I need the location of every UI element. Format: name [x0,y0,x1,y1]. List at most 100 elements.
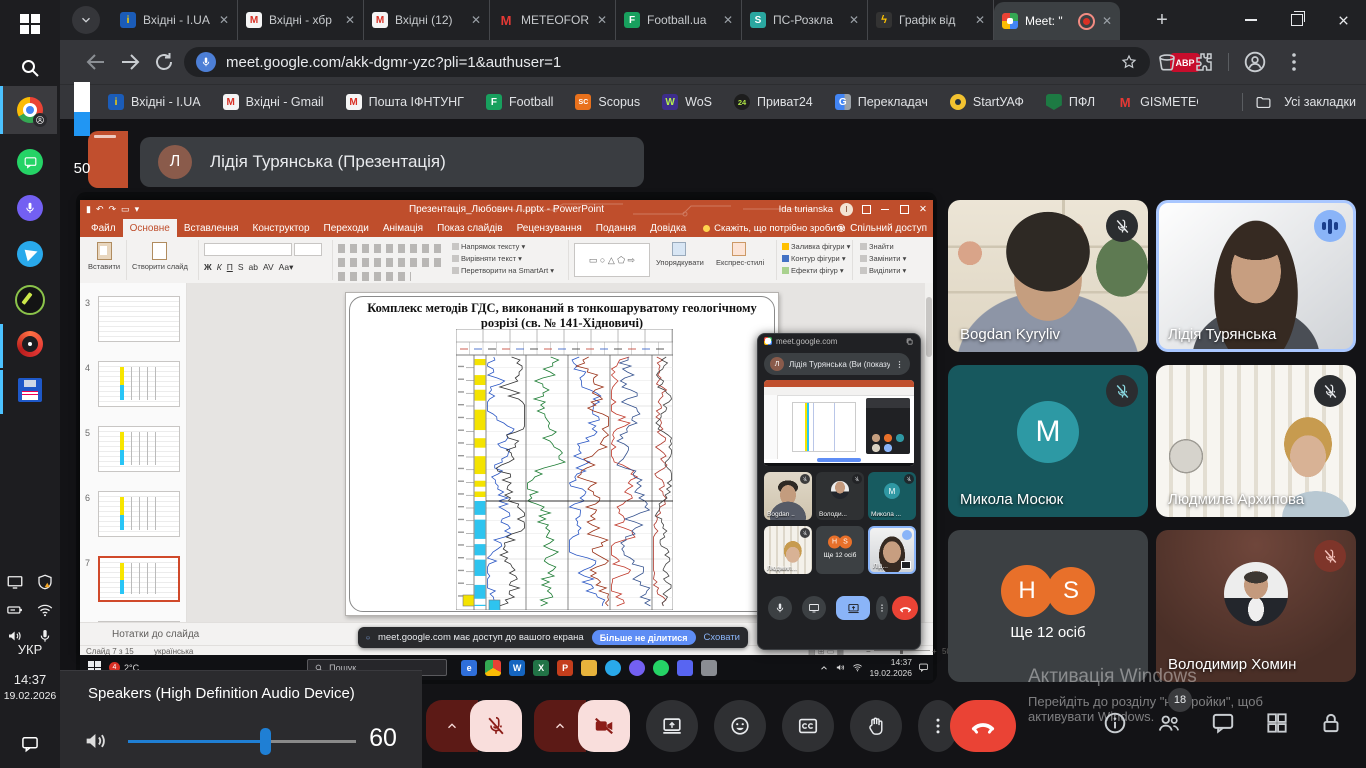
extensions-icon[interactable] [1192,50,1216,74]
start-button[interactable] [0,2,60,46]
taskbar-app-icon[interactable]: X [533,660,549,676]
bookmark-item[interactable]: FFootball [486,94,553,110]
share-button[interactable]: Спільний доступ [836,223,927,234]
tab-search-button[interactable] [72,6,100,34]
tab-close-icon[interactable]: ✕ [597,14,607,26]
font-name-combo[interactable] [204,243,292,256]
paragraph-group[interactable] [338,244,442,281]
taskbar-app-icon[interactable] [677,660,693,676]
tray-chevron-icon[interactable] [819,663,829,673]
nested-end-call-button[interactable] [892,596,918,620]
host-controls-button[interactable] [1318,710,1344,736]
tab-close-icon[interactable]: ✕ [849,14,859,26]
volume-slider-thumb[interactable] [260,728,271,755]
url-text[interactable]: meet.google.com/akk-dgmr-yzc?pli=1&authu… [226,54,1110,71]
bookmark-item[interactable]: SCScopus [575,94,640,110]
shape-styles-group[interactable]: Заливка фігури ▾ Контур фігури ▾ Ефекти … [782,242,850,275]
bookmark-item[interactable]: MВхідні - Gmail [223,94,324,110]
arrange-button[interactable]: Упорядкувати [656,242,704,267]
browser-tab[interactable]: MMETEOFOR✕ [490,0,616,40]
window-close-button[interactable] [1320,0,1366,40]
ribbon-tab-home[interactable]: Основне [123,219,177,237]
shapes-gallery[interactable]: ▭ ○ △ ⬠ ⇨ [574,243,650,277]
browser-tab[interactable]: ϟГрафік від✕ [868,0,994,40]
new-slide-button[interactable]: Створити слайд [132,242,188,271]
bookmark-item[interactable]: MGISMETEO [1117,94,1198,110]
participant-tile[interactable]: M Микола Мосюк [948,365,1148,517]
tab-close-icon[interactable]: ✕ [219,14,229,26]
taskbar-search-button[interactable] [0,46,60,90]
taskbar-app-icon[interactable]: W [509,660,525,676]
taskbar-app-icon[interactable] [605,660,621,676]
speaker-icon[interactable] [82,727,110,755]
bookmark-item[interactable]: GПерекладач [835,94,928,110]
taskbar-app-icon[interactable] [701,660,717,676]
all-bookmarks-button[interactable]: Усі закладки [1284,95,1356,109]
camera-off-button[interactable] [578,700,630,752]
taskbar-drawing-app-button[interactable] [0,278,60,322]
back-button[interactable] [84,50,108,74]
tab-close-icon[interactable]: ✕ [1102,15,1112,27]
participant-tile[interactable]: Людмила Архипова [1156,365,1356,517]
hide-share-bar-button[interactable]: Сховати [704,632,740,643]
tray-wifi-icon[interactable] [852,662,863,673]
tab-close-icon[interactable]: ✕ [471,14,481,26]
bookmark-item[interactable]: ПФЛ [1046,94,1095,110]
taskbar-app-icon[interactable]: e [461,660,477,676]
presenter-name-pill[interactable]: Л Лідія Турянська (Презентація) [140,137,644,187]
forward-button[interactable] [118,50,142,74]
clock-time[interactable]: 14:37 [0,672,60,687]
taskbar-app-icon[interactable] [629,660,645,676]
nested-participant[interactable]: MМикола ... [868,472,916,520]
editing-group[interactable]: Знайти Замінити ▾ Виділити ▾ [860,242,906,275]
ribbon-tab-design[interactable]: Конструктор [246,219,317,237]
taskbar-telegram-button[interactable] [0,232,60,276]
browser-tab[interactable]: MВхідні - хбр✕ [238,0,364,40]
bookmark-item[interactable]: іВхідні - І.UA [108,94,201,110]
tab-close-icon[interactable]: ✕ [723,14,733,26]
bookmark-item[interactable]: WWoS [662,94,712,110]
browser-tab[interactable]: MВхідні (12)✕ [364,0,490,40]
browser-menu-icon[interactable] [1282,50,1306,74]
ppt-scrollbar[interactable] [925,283,933,622]
font-size-combo[interactable] [294,243,322,256]
present-button[interactable] [646,700,698,752]
end-call-button[interactable] [950,700,1016,752]
current-slide[interactable]: Комплекс методів ГДС, виконаний в тонкош… [345,292,779,616]
ribbon-tab-transitions[interactable]: Переходи [317,219,376,237]
nested-self-tile[interactable]: Лід... [868,526,916,574]
participant-tile[interactable]: Bogdan Kyryliv [948,200,1148,352]
tab-close-icon[interactable]: ✕ [975,14,985,26]
participant-tile-speaking[interactable]: Лідія Турянська [1156,200,1356,352]
taskbar-app-icon[interactable] [485,660,501,676]
shared-clock[interactable]: 14:3719.02.2026 [869,657,912,677]
bookmark-item[interactable]: MПошта ІФНТУНГ [346,94,464,110]
tray-speaker-icon[interactable] [835,662,846,673]
nested-participant[interactable]: Людмил... [764,526,812,574]
mic-muted-button[interactable] [470,700,522,752]
taskbar-whatsapp-button[interactable] [0,140,60,184]
ribbon-tab-animations[interactable]: Анімація [376,219,430,237]
taskbar-chrome-button[interactable] [0,88,60,132]
text-options-group[interactable]: Напрямок тексту ▾ Вирівняти текст ▾ Пере… [452,242,554,275]
ppt-maximize-button[interactable] [898,205,910,214]
reload-button[interactable] [152,50,176,74]
profile-icon[interactable] [1242,49,1268,75]
shared-action-center-icon[interactable] [918,662,929,673]
window-maximize-button[interactable] [1274,0,1320,40]
people-button[interactable] [1156,710,1182,736]
ribbon-tab-view[interactable]: Подання [589,219,643,237]
paste-button[interactable]: Вставити [88,242,120,271]
stop-sharing-button[interactable]: Більше не ділитися [592,630,696,645]
taskbar-viber-button[interactable] [0,186,60,230]
bookmark-star-icon[interactable] [1120,53,1138,71]
nested-more-button[interactable] [876,596,888,620]
new-tab-button[interactable]: + [1150,8,1174,32]
taskbar-save-tool-button[interactable] [0,368,60,412]
tell-me-box[interactable]: Скажіть, що потрібно зробити [714,223,845,234]
ribbon-tab-slideshow[interactable]: Показ слайдів [430,219,510,237]
ribbon-tab-help[interactable]: Довідка [643,219,693,237]
browser-tab[interactable]: SПС-Розкла✕ [742,0,868,40]
ribbon-options-button[interactable] [860,205,872,214]
browser-tab[interactable]: FFootball.ua✕ [616,0,742,40]
